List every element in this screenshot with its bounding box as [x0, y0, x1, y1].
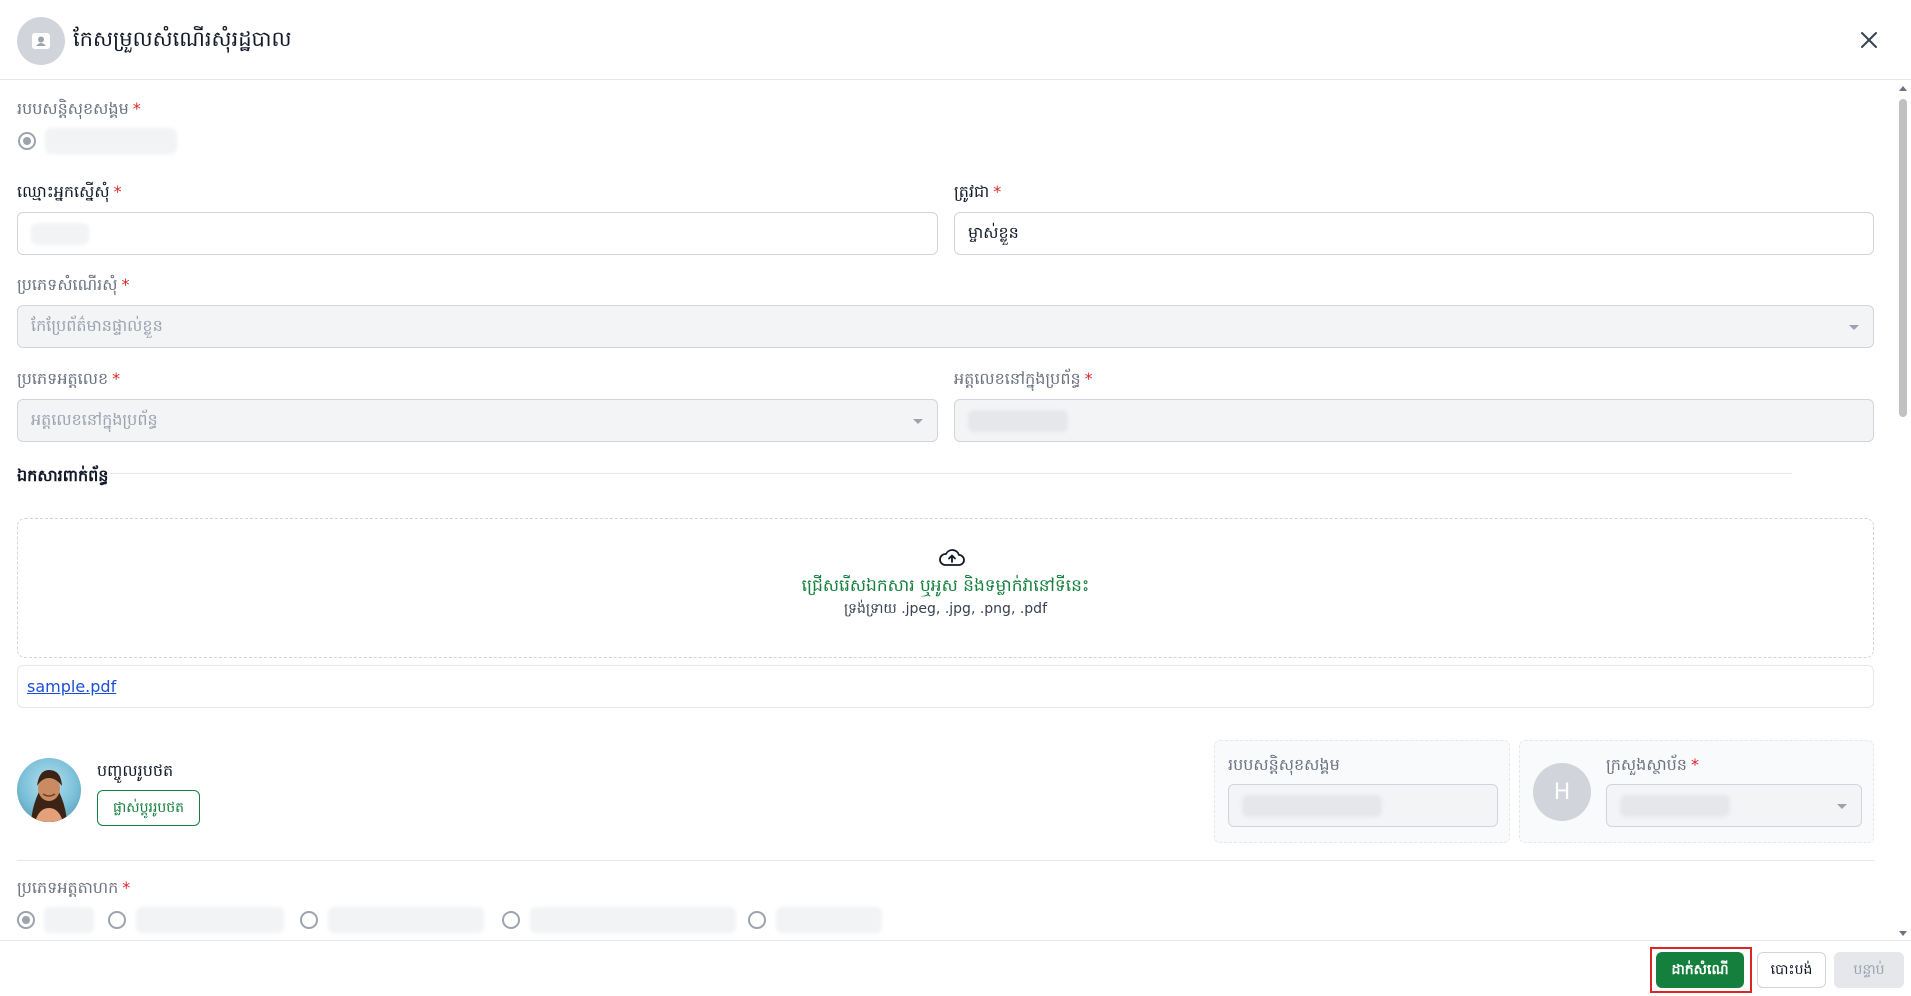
ministry-panel: H ក្រសួងស្ថាប័ន *: [1519, 740, 1874, 843]
entity-type-option-4: [530, 907, 736, 933]
request-type-select[interactable]: កែប្រែព័ត៌មានផ្ទាល់ខ្លួន: [17, 305, 1874, 348]
applicant-name-input[interactable]: [17, 212, 938, 255]
chevron-down-icon: [913, 419, 923, 424]
request-type-label: ប្រភេទសំណើរសុំ *: [17, 274, 129, 298]
section-divider: [110, 473, 1792, 474]
profile-photo-image: [31, 770, 67, 822]
request-type-value: កែប្រែព័ត៌មានផ្ទាល់ខ្លួន: [31, 315, 163, 335]
ministry-label-text: ក្រសួងស្ថាប័ន: [1606, 755, 1687, 774]
role-input[interactable]: ម្ចាស់ខ្លួន: [954, 212, 1874, 255]
social-security-panel: របបសន្តិសុខសង្គម: [1214, 740, 1510, 843]
required-marker: *: [1690, 755, 1699, 774]
cloud-upload-icon: [939, 549, 965, 566]
next-button[interactable]: បន្ទាប់: [1834, 952, 1904, 988]
entity-type-radio-2[interactable]: [108, 911, 126, 929]
attached-file-link[interactable]: sample.pdf: [27, 677, 116, 696]
social-security-mode-label: របបសន្តិសុខសង្គម *: [17, 98, 141, 122]
id-in-system-label: អត្តលេខនៅក្នុងប្រព័ន្ធ *: [954, 368, 1093, 392]
entity-type-option-1: [44, 907, 94, 933]
entity-type-label: ប្រភេទអត្តតាហក *: [17, 877, 130, 901]
file-dropzone[interactable]: ជ្រើសរើសឯកសារ ឬអូស និងទម្លាក់វានៅទីនេះ ទ…: [17, 518, 1874, 658]
applicant-name-label: ឈ្មោះអ្នកស្នើសុំ *: [17, 181, 122, 205]
id-in-system-input[interactable]: [954, 399, 1874, 442]
entity-type-radio-1[interactable]: [17, 911, 35, 929]
social-security-mode-value: [45, 128, 177, 154]
id-card-icon: [32, 33, 50, 49]
dialog-footer: ដាក់សំណើ បោះបង់ បន្ទាប់: [0, 940, 1911, 996]
chevron-down-icon: [1849, 325, 1859, 330]
social-security-panel-label: របបសន្តិសុខសង្គម: [1228, 755, 1340, 774]
social-security-panel-input[interactable]: [1228, 784, 1498, 827]
required-marker: *: [132, 99, 141, 118]
header-avatar: [17, 17, 65, 65]
entity-type-option-3: [328, 907, 484, 933]
chevron-down-icon: [1837, 804, 1847, 809]
entity-type-label-text: ប្រភេទអត្តតាហក: [17, 878, 119, 897]
close-icon: [1861, 32, 1877, 48]
required-marker: *: [121, 275, 130, 294]
ministry-value: [1620, 794, 1730, 817]
applicant-name-value: [31, 222, 89, 245]
photo-label: បញ្ចូលរូបថត: [97, 761, 174, 780]
scroll-up-arrow-icon[interactable]: [1899, 86, 1907, 91]
scroll-down-arrow-icon[interactable]: [1899, 931, 1907, 936]
id-type-select[interactable]: អត្តលេខនៅក្នុងប្រព័ន្ធ: [17, 399, 938, 442]
role-label-text: ត្រូវជា: [954, 182, 990, 201]
entity-type-radio-4[interactable]: [502, 911, 520, 929]
required-marker: *: [113, 182, 122, 201]
submit-request-button[interactable]: ដាក់សំណើ: [1656, 952, 1744, 988]
id-in-system-value: [968, 409, 1068, 432]
dropzone-instruction: ជ្រើសរើសឯកសារ ឬអូស និងទម្លាក់វានៅទីនេះ: [801, 576, 1090, 596]
social-security-mode-label-text: របបសន្តិសុខសង្គម: [17, 99, 129, 118]
id-type-label: ប្រភេទអត្តលេខ *: [17, 368, 120, 392]
social-security-mode-radio[interactable]: [18, 132, 36, 150]
cancel-button[interactable]: បោះបង់: [1757, 952, 1826, 988]
id-type-value: អត្តលេខនៅក្នុងប្រព័ន្ធ: [31, 409, 158, 429]
attached-file-row: sample.pdf: [17, 665, 1874, 708]
dialog-header: កែសម្រួលសំណើរសុំរដ្ឋបាល: [0, 0, 1911, 80]
id-type-label-text: ប្រភេទអត្តលេខ: [17, 369, 109, 388]
dropzone-formats: ទ្រង់ទ្រាយ .jpeg, .jpg, .png, .pdf: [843, 601, 1047, 617]
ministry-label: ក្រសួងស្ថាប័ន *: [1606, 754, 1699, 778]
role-value: ម្ចាស់ខ្លួន: [968, 222, 1019, 242]
close-button[interactable]: [1855, 26, 1883, 54]
ministry-select[interactable]: [1606, 784, 1862, 827]
social-security-panel-value: [1242, 794, 1382, 817]
role-label: ត្រូវជា *: [954, 181, 1001, 205]
id-in-system-label-text: អត្តលេខនៅក្នុងប្រព័ន្ធ: [954, 369, 1081, 388]
change-photo-button[interactable]: ផ្លាស់ប្តូររូបថត: [97, 790, 200, 826]
entity-type-radio-5[interactable]: [748, 911, 766, 929]
applicant-name-label-text: ឈ្មោះអ្នកស្នើសុំ: [17, 182, 110, 201]
profile-photo: [17, 758, 81, 822]
request-type-label-text: ប្រភេទសំណើរសុំ: [17, 275, 118, 294]
required-marker: *: [1084, 369, 1093, 388]
required-marker: *: [112, 369, 121, 388]
required-marker: *: [993, 182, 1002, 201]
scrollbar-thumb[interactable]: [1899, 99, 1907, 417]
ministry-avatar: H: [1533, 763, 1591, 821]
required-marker: *: [122, 878, 131, 897]
entity-type-radio-3[interactable]: [300, 911, 318, 929]
entity-type-option-5: [776, 907, 882, 933]
vertical-scrollbar[interactable]: [1898, 86, 1908, 936]
attachments-section-title: ឯកសារពាក់ព័ន្ធ: [17, 466, 109, 485]
section-divider: [17, 860, 1874, 861]
dialog-title: កែសម្រួលសំណើរសុំរដ្ឋបាល: [73, 27, 292, 51]
entity-type-option-2: [136, 907, 284, 933]
